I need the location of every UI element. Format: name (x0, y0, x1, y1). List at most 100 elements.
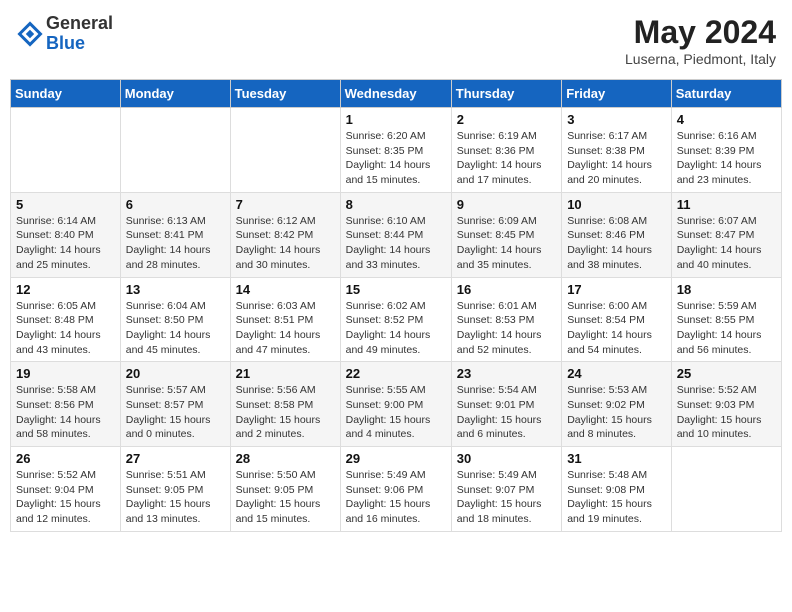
calendar-week-1: 1 Sunrise: 6:20 AM Sunset: 8:35 PM Daylig… (11, 108, 782, 193)
day-number: 16 (457, 282, 556, 297)
day-info: Sunrise: 5:52 AM Sunset: 9:04 PM Dayligh… (16, 468, 115, 527)
day-number: 3 (567, 112, 666, 127)
calendar-week-2: 5 Sunrise: 6:14 AM Sunset: 8:40 PM Daylig… (11, 192, 782, 277)
day-info: Sunrise: 5:49 AM Sunset: 9:06 PM Dayligh… (346, 468, 446, 527)
day-info: Sunrise: 6:10 AM Sunset: 8:44 PM Dayligh… (346, 214, 446, 273)
logo-text: General Blue (46, 14, 113, 54)
day-info: Sunrise: 5:50 AM Sunset: 9:05 PM Dayligh… (236, 468, 335, 527)
day-number: 24 (567, 366, 666, 381)
day-info: Sunrise: 5:56 AM Sunset: 8:58 PM Dayligh… (236, 383, 335, 442)
day-number: 10 (567, 197, 666, 212)
day-number: 22 (346, 366, 446, 381)
day-info: Sunrise: 6:13 AM Sunset: 8:41 PM Dayligh… (126, 214, 225, 273)
day-info: Sunrise: 5:53 AM Sunset: 9:02 PM Dayligh… (567, 383, 666, 442)
day-number: 29 (346, 451, 446, 466)
day-info: Sunrise: 5:48 AM Sunset: 9:08 PM Dayligh… (567, 468, 666, 527)
title-area: May 2024 Luserna, Piedmont, Italy (625, 14, 776, 67)
day-number: 17 (567, 282, 666, 297)
weekday-header-thursday: Thursday (451, 80, 561, 108)
calendar-cell: 31Sunrise: 5:48 AM Sunset: 9:08 PM Dayli… (562, 447, 672, 532)
calendar-cell: 5 Sunrise: 6:14 AM Sunset: 8:40 PM Daylig… (11, 192, 121, 277)
weekday-header-friday: Friday (562, 80, 672, 108)
day-number: 7 (236, 197, 335, 212)
weekday-header-tuesday: Tuesday (230, 80, 340, 108)
calendar-cell: 21 Sunrise: 5:56 AM Sunset: 8:58 PM Dayli… (230, 362, 340, 447)
day-info: Sunrise: 6:14 AM Sunset: 8:40 PM Dayligh… (16, 214, 115, 273)
calendar-cell: 13 Sunrise: 6:04 AM Sunset: 8:50 PM Dayli… (120, 277, 230, 362)
weekday-header-row: SundayMondayTuesdayWednesdayThursdayFrid… (11, 80, 782, 108)
day-number: 23 (457, 366, 556, 381)
day-info: Sunrise: 6:05 AM Sunset: 8:48 PM Dayligh… (16, 299, 115, 358)
calendar-cell: 16 Sunrise: 6:01 AM Sunset: 8:53 PM Dayli… (451, 277, 561, 362)
calendar-cell: 19 Sunrise: 5:58 AM Sunset: 8:56 PM Dayli… (11, 362, 121, 447)
calendar-cell: 8 Sunrise: 6:10 AM Sunset: 8:44 PM Daylig… (340, 192, 451, 277)
day-info: Sunrise: 5:55 AM Sunset: 9:00 PM Dayligh… (346, 383, 446, 442)
day-info: Sunrise: 5:59 AM Sunset: 8:55 PM Dayligh… (677, 299, 776, 358)
day-number: 9 (457, 197, 556, 212)
day-info: Sunrise: 6:09 AM Sunset: 8:45 PM Dayligh… (457, 214, 556, 273)
day-info: Sunrise: 6:07 AM Sunset: 8:47 PM Dayligh… (677, 214, 776, 273)
calendar-cell: 9 Sunrise: 6:09 AM Sunset: 8:45 PM Daylig… (451, 192, 561, 277)
month-title: May 2024 (625, 14, 776, 51)
calendar-table: SundayMondayTuesdayWednesdayThursdayFrid… (10, 79, 782, 532)
day-info: Sunrise: 5:58 AM Sunset: 8:56 PM Dayligh… (16, 383, 115, 442)
calendar-cell: 29 Sunrise: 5:49 AM Sunset: 9:06 PM Dayli… (340, 447, 451, 532)
location: Luserna, Piedmont, Italy (625, 51, 776, 67)
day-number: 18 (677, 282, 776, 297)
calendar-cell: 26 Sunrise: 5:52 AM Sunset: 9:04 PM Dayli… (11, 447, 121, 532)
calendar-cell: 18 Sunrise: 5:59 AM Sunset: 8:55 PM Dayli… (671, 277, 781, 362)
calendar-cell: 6 Sunrise: 6:13 AM Sunset: 8:41 PM Daylig… (120, 192, 230, 277)
day-number: 4 (677, 112, 776, 127)
logo-general: General (46, 14, 113, 34)
calendar-week-5: 26 Sunrise: 5:52 AM Sunset: 9:04 PM Dayli… (11, 447, 782, 532)
weekday-header-wednesday: Wednesday (340, 80, 451, 108)
day-info: Sunrise: 6:20 AM Sunset: 8:35 PM Dayligh… (346, 129, 446, 188)
day-info: Sunrise: 6:12 AM Sunset: 8:42 PM Dayligh… (236, 214, 335, 273)
calendar-cell: 14Sunrise: 6:03 AM Sunset: 8:51 PM Dayli… (230, 277, 340, 362)
calendar-cell: 25Sunrise: 5:52 AM Sunset: 9:03 PM Dayli… (671, 362, 781, 447)
day-number: 6 (126, 197, 225, 212)
day-info: Sunrise: 5:54 AM Sunset: 9:01 PM Dayligh… (457, 383, 556, 442)
day-number: 28 (236, 451, 335, 466)
calendar-cell (671, 447, 781, 532)
day-number: 5 (16, 197, 115, 212)
weekday-header-saturday: Saturday (671, 80, 781, 108)
day-number: 25 (677, 366, 776, 381)
day-info: Sunrise: 6:00 AM Sunset: 8:54 PM Dayligh… (567, 299, 666, 358)
calendar-cell: 2 Sunrise: 6:19 AM Sunset: 8:36 PM Daylig… (451, 108, 561, 193)
day-number: 13 (126, 282, 225, 297)
day-number: 8 (346, 197, 446, 212)
weekday-header-sunday: Sunday (11, 80, 121, 108)
page-header: General Blue May 2024 Luserna, Piedmont,… (10, 10, 782, 71)
logo-icon (16, 20, 44, 48)
day-number: 27 (126, 451, 225, 466)
day-info: Sunrise: 6:04 AM Sunset: 8:50 PM Dayligh… (126, 299, 225, 358)
calendar-cell: 24 Sunrise: 5:53 AM Sunset: 9:02 PM Dayli… (562, 362, 672, 447)
day-number: 20 (126, 366, 225, 381)
calendar-cell: 4Sunrise: 6:16 AM Sunset: 8:39 PM Daylig… (671, 108, 781, 193)
calendar-week-3: 12Sunrise: 6:05 AM Sunset: 8:48 PM Dayli… (11, 277, 782, 362)
day-info: Sunrise: 5:57 AM Sunset: 8:57 PM Dayligh… (126, 383, 225, 442)
day-info: Sunrise: 6:19 AM Sunset: 8:36 PM Dayligh… (457, 129, 556, 188)
day-info: Sunrise: 6:01 AM Sunset: 8:53 PM Dayligh… (457, 299, 556, 358)
day-info: Sunrise: 6:17 AM Sunset: 8:38 PM Dayligh… (567, 129, 666, 188)
day-number: 1 (346, 112, 446, 127)
calendar-cell: 11 Sunrise: 6:07 AM Sunset: 8:47 PM Dayli… (671, 192, 781, 277)
calendar-cell: 7 Sunrise: 6:12 AM Sunset: 8:42 PM Daylig… (230, 192, 340, 277)
day-number: 2 (457, 112, 556, 127)
day-number: 26 (16, 451, 115, 466)
day-number: 11 (677, 197, 776, 212)
calendar-cell: 3 Sunrise: 6:17 AM Sunset: 8:38 PM Daylig… (562, 108, 672, 193)
calendar-cell: 12Sunrise: 6:05 AM Sunset: 8:48 PM Dayli… (11, 277, 121, 362)
day-number: 21 (236, 366, 335, 381)
day-info: Sunrise: 5:51 AM Sunset: 9:05 PM Dayligh… (126, 468, 225, 527)
day-number: 30 (457, 451, 556, 466)
day-number: 19 (16, 366, 115, 381)
calendar-cell: 20 Sunrise: 5:57 AM Sunset: 8:57 PM Dayli… (120, 362, 230, 447)
day-info: Sunrise: 6:08 AM Sunset: 8:46 PM Dayligh… (567, 214, 666, 273)
calendar-cell: 28 Sunrise: 5:50 AM Sunset: 9:05 PM Dayli… (230, 447, 340, 532)
calendar-cell: 22 Sunrise: 5:55 AM Sunset: 9:00 PM Dayli… (340, 362, 451, 447)
calendar-cell (11, 108, 121, 193)
day-info: Sunrise: 5:49 AM Sunset: 9:07 PM Dayligh… (457, 468, 556, 527)
calendar-cell: 15Sunrise: 6:02 AM Sunset: 8:52 PM Dayli… (340, 277, 451, 362)
